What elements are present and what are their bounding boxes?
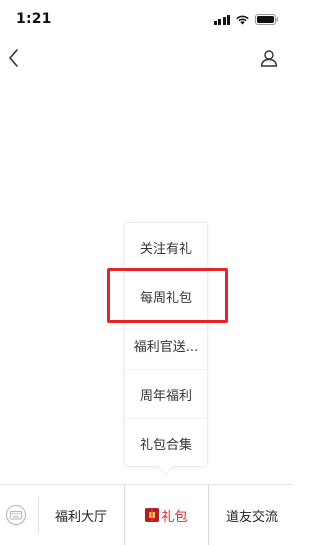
nav-bar [0,40,293,80]
tab-welfare-hall-label: 福利大厅 [54,509,107,525]
tab-daoyou-exchange-label: 道友交流 [225,509,278,525]
menu-item-welfare-officer[interactable]: 福利官送... [125,321,207,370]
tab-daoyou-exchange[interactable]: 道友交流 [211,485,293,545]
gift-popup-menu: 关注有礼 每周礼包 福利官送... 周年福利 礼包合集 [124,222,208,467]
tab-welfare-hall[interactable]: 福利大厅 [40,485,122,545]
chevron-left-icon[interactable] [4,46,26,70]
gift-icon [145,508,160,522]
signal-icon [213,14,230,25]
status-icons [213,13,280,25]
status-bar: 1:21 [0,0,293,40]
battery-icon [255,14,279,25]
person-icon[interactable] [259,48,279,68]
screen: 1:21 关注有礼 每周礼包 福利官送... 周年福利 礼包合集 福利大厅 礼包… [0,0,293,545]
highlight-box [107,268,228,323]
menu-item-anniversary[interactable]: 周年福利 [125,370,207,419]
tab-gift-label: 礼包 [161,509,188,525]
keyboard-icon[interactable] [5,504,27,526]
tab-gift[interactable]: 礼包 [124,485,209,545]
bottom-tab-bar: 福利大厅 礼包 道友交流 [0,484,293,545]
wifi-icon [235,14,250,25]
tab-divider [38,497,39,533]
menu-item-follow-gift[interactable]: 关注有礼 [125,223,207,272]
status-time: 1:21 [16,11,52,27]
